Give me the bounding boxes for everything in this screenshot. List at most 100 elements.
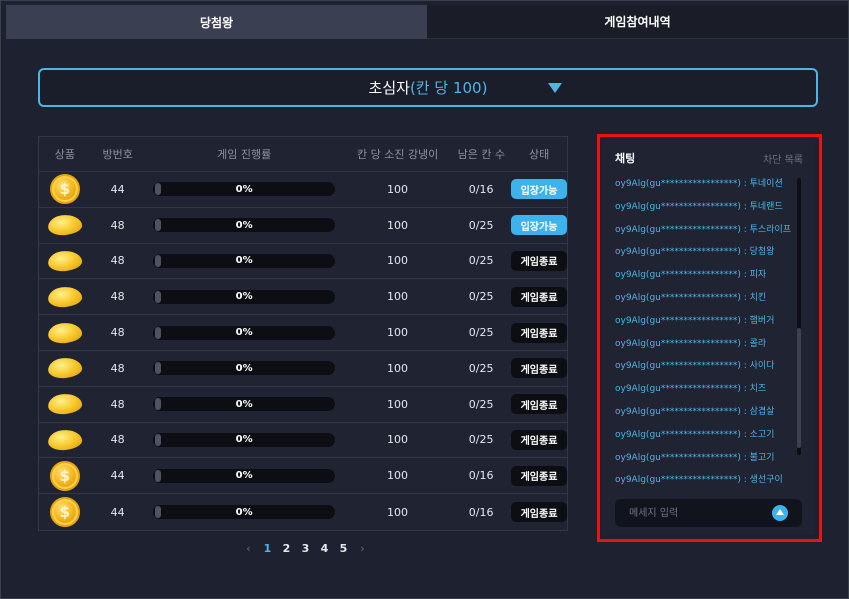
table-row: 48 0% 100 0/25 게임종료: [39, 423, 567, 459]
room-tier-label: 초심자: [368, 79, 410, 97]
room-number: 48: [110, 397, 125, 411]
prize-cell: [39, 356, 91, 381]
table-row: 48 0% 100 0/25 게임종료: [39, 315, 567, 351]
status-cell: 게임종료: [511, 286, 567, 307]
gold-nugget-icon: [46, 320, 83, 345]
next-page-icon[interactable]: ›: [353, 542, 372, 555]
room-number: 44: [110, 505, 125, 519]
block-list-link[interactable]: 차단 목록: [763, 151, 803, 166]
status-button[interactable]: 입장가능: [511, 215, 567, 236]
prize-cell: $: [39, 460, 91, 491]
progress-percent: 0%: [235, 255, 253, 267]
page-3[interactable]: 3: [296, 542, 315, 555]
progress-percent: 0%: [235, 291, 253, 303]
progress-bar: 0%: [153, 361, 336, 376]
chat-message: oy9Alg(gu*****************) : 생선구이: [615, 475, 783, 486]
page-4[interactable]: 4: [315, 542, 334, 555]
chat-scrollbar-thumb[interactable]: [797, 328, 801, 448]
prev-page-icon[interactable]: ‹: [239, 542, 258, 555]
page-1[interactable]: 1: [258, 542, 277, 555]
status-button[interactable]: 게임종료: [511, 465, 567, 486]
table-row: 48 0% 100 0/25 게임종료: [39, 279, 567, 316]
chat-message: oy9Alg(gu*****************) : 삼겹살: [615, 406, 775, 417]
cost-per-cell: 100: [386, 290, 408, 304]
status-button[interactable]: 입장가능: [511, 179, 567, 200]
tab-bar: 당첨왕 게임참여내역: [6, 5, 848, 39]
table-row: $ 44 0% 100 0/16 게임종료: [39, 494, 567, 530]
status-cell: 게임종료: [511, 322, 567, 343]
gold-nugget-icon: [46, 428, 83, 452]
chat-message-list: oy9Alg(gu*****************) : 투네이션 oy9Alg…: [615, 177, 795, 496]
status-button[interactable]: 게임종료: [511, 429, 567, 450]
status-cell: 게임종료: [511, 465, 567, 486]
progress-percent: 0%: [235, 327, 253, 339]
progress-bar: 0%: [153, 182, 336, 197]
dropdown-triangle-icon: [548, 83, 562, 93]
page-5[interactable]: 5: [334, 542, 353, 555]
status-button[interactable]: 게임종료: [511, 394, 567, 415]
remaining-cells: 0/25: [468, 326, 494, 340]
progress-percent: 0%: [235, 470, 253, 482]
chat-scrollbar[interactable]: [797, 178, 801, 455]
chat-message: oy9Alg(gu*****************) : 햄버거: [615, 315, 775, 326]
pagination: ‹ 1 2 3 4 5 ›: [239, 541, 372, 555]
prize-cell: [39, 285, 91, 309]
table-row: 48 0% 100 0/25 게임종료: [39, 244, 567, 280]
cost-per-cell: 100: [386, 254, 408, 268]
chat-input-bar: [615, 499, 802, 527]
status-button[interactable]: 게임종료: [511, 322, 567, 343]
status-cell: 게임종료: [511, 429, 567, 450]
progress-cell: 0%: [145, 468, 344, 483]
progress-percent: 0%: [235, 506, 253, 518]
progress-knob: [155, 362, 162, 375]
progress-knob: [155, 506, 162, 519]
progress-cell: 0%: [145, 397, 344, 412]
progress-knob: [155, 290, 162, 303]
progress-percent: 0%: [235, 362, 253, 374]
app-frame: 당첨왕 게임참여내역 초심자 (칸 당 100) 상품 방번호 게임 진행률 칸 …: [0, 0, 849, 599]
coin-icon: $: [49, 497, 80, 528]
status-button[interactable]: 게임종료: [511, 250, 567, 271]
chat-message: oy9Alg(gu*****************) : 치킨: [615, 292, 767, 303]
prize-cell: $: [39, 497, 91, 528]
status-button[interactable]: 게임종료: [511, 358, 567, 379]
cost-per-cell: 100: [386, 397, 408, 411]
gold-nugget-icon: [46, 356, 83, 381]
progress-bar: 0%: [153, 468, 336, 483]
room-tier-dropdown[interactable]: 초심자 (칸 당 100): [38, 68, 818, 107]
progress-knob: [155, 398, 162, 411]
send-button[interactable]: [772, 505, 788, 521]
progress-bar: 0%: [153, 325, 336, 340]
header-remaining: 남은 칸 수: [457, 148, 506, 161]
status-cell: 게임종료: [511, 394, 567, 415]
tab-winner[interactable]: 당첨왕: [6, 5, 427, 39]
room-number: 44: [110, 469, 125, 483]
remaining-cells: 0/25: [468, 290, 494, 304]
status-button[interactable]: 게임종료: [511, 502, 567, 523]
progress-bar: 0%: [153, 253, 336, 268]
chat-message: oy9Alg(gu*****************) : 사이다: [615, 361, 775, 372]
chat-message-input[interactable]: [615, 499, 772, 527]
chat-message: oy9Alg(gu*****************) : 치즈: [615, 384, 767, 395]
table-header: 상품 방번호 게임 진행률 칸 당 소진 강냉이 남은 칸 수 상태: [39, 137, 567, 172]
progress-knob: [155, 183, 162, 196]
chat-message: oy9Alg(gu*****************) : 콜라: [615, 338, 767, 349]
prize-cell: $: [39, 174, 91, 205]
chat-message: oy9Alg(gu*****************) : 투네이션: [615, 179, 783, 189]
page-2[interactable]: 2: [277, 542, 296, 555]
remaining-cells: 0/25: [468, 433, 494, 447]
chat-message: oy9Alg(gu*****************) : 피자: [615, 270, 767, 281]
prize-cell: [39, 213, 91, 237]
status-cell: 입장가능: [511, 215, 567, 236]
cost-per-cell: 100: [386, 505, 408, 519]
cost-per-cell: 100: [386, 361, 408, 375]
status-button[interactable]: 게임종료: [511, 286, 567, 307]
header-status: 상태: [528, 148, 550, 161]
remaining-cells: 0/25: [468, 254, 494, 268]
tab-participation-history[interactable]: 게임참여내역: [427, 5, 848, 39]
header-prize: 상품: [54, 148, 76, 161]
progress-cell: 0%: [145, 325, 344, 340]
table-row: 48 0% 100 0/25 게임종료: [39, 351, 567, 387]
room-number: 48: [110, 361, 125, 375]
cost-per-cell: 100: [386, 182, 408, 196]
